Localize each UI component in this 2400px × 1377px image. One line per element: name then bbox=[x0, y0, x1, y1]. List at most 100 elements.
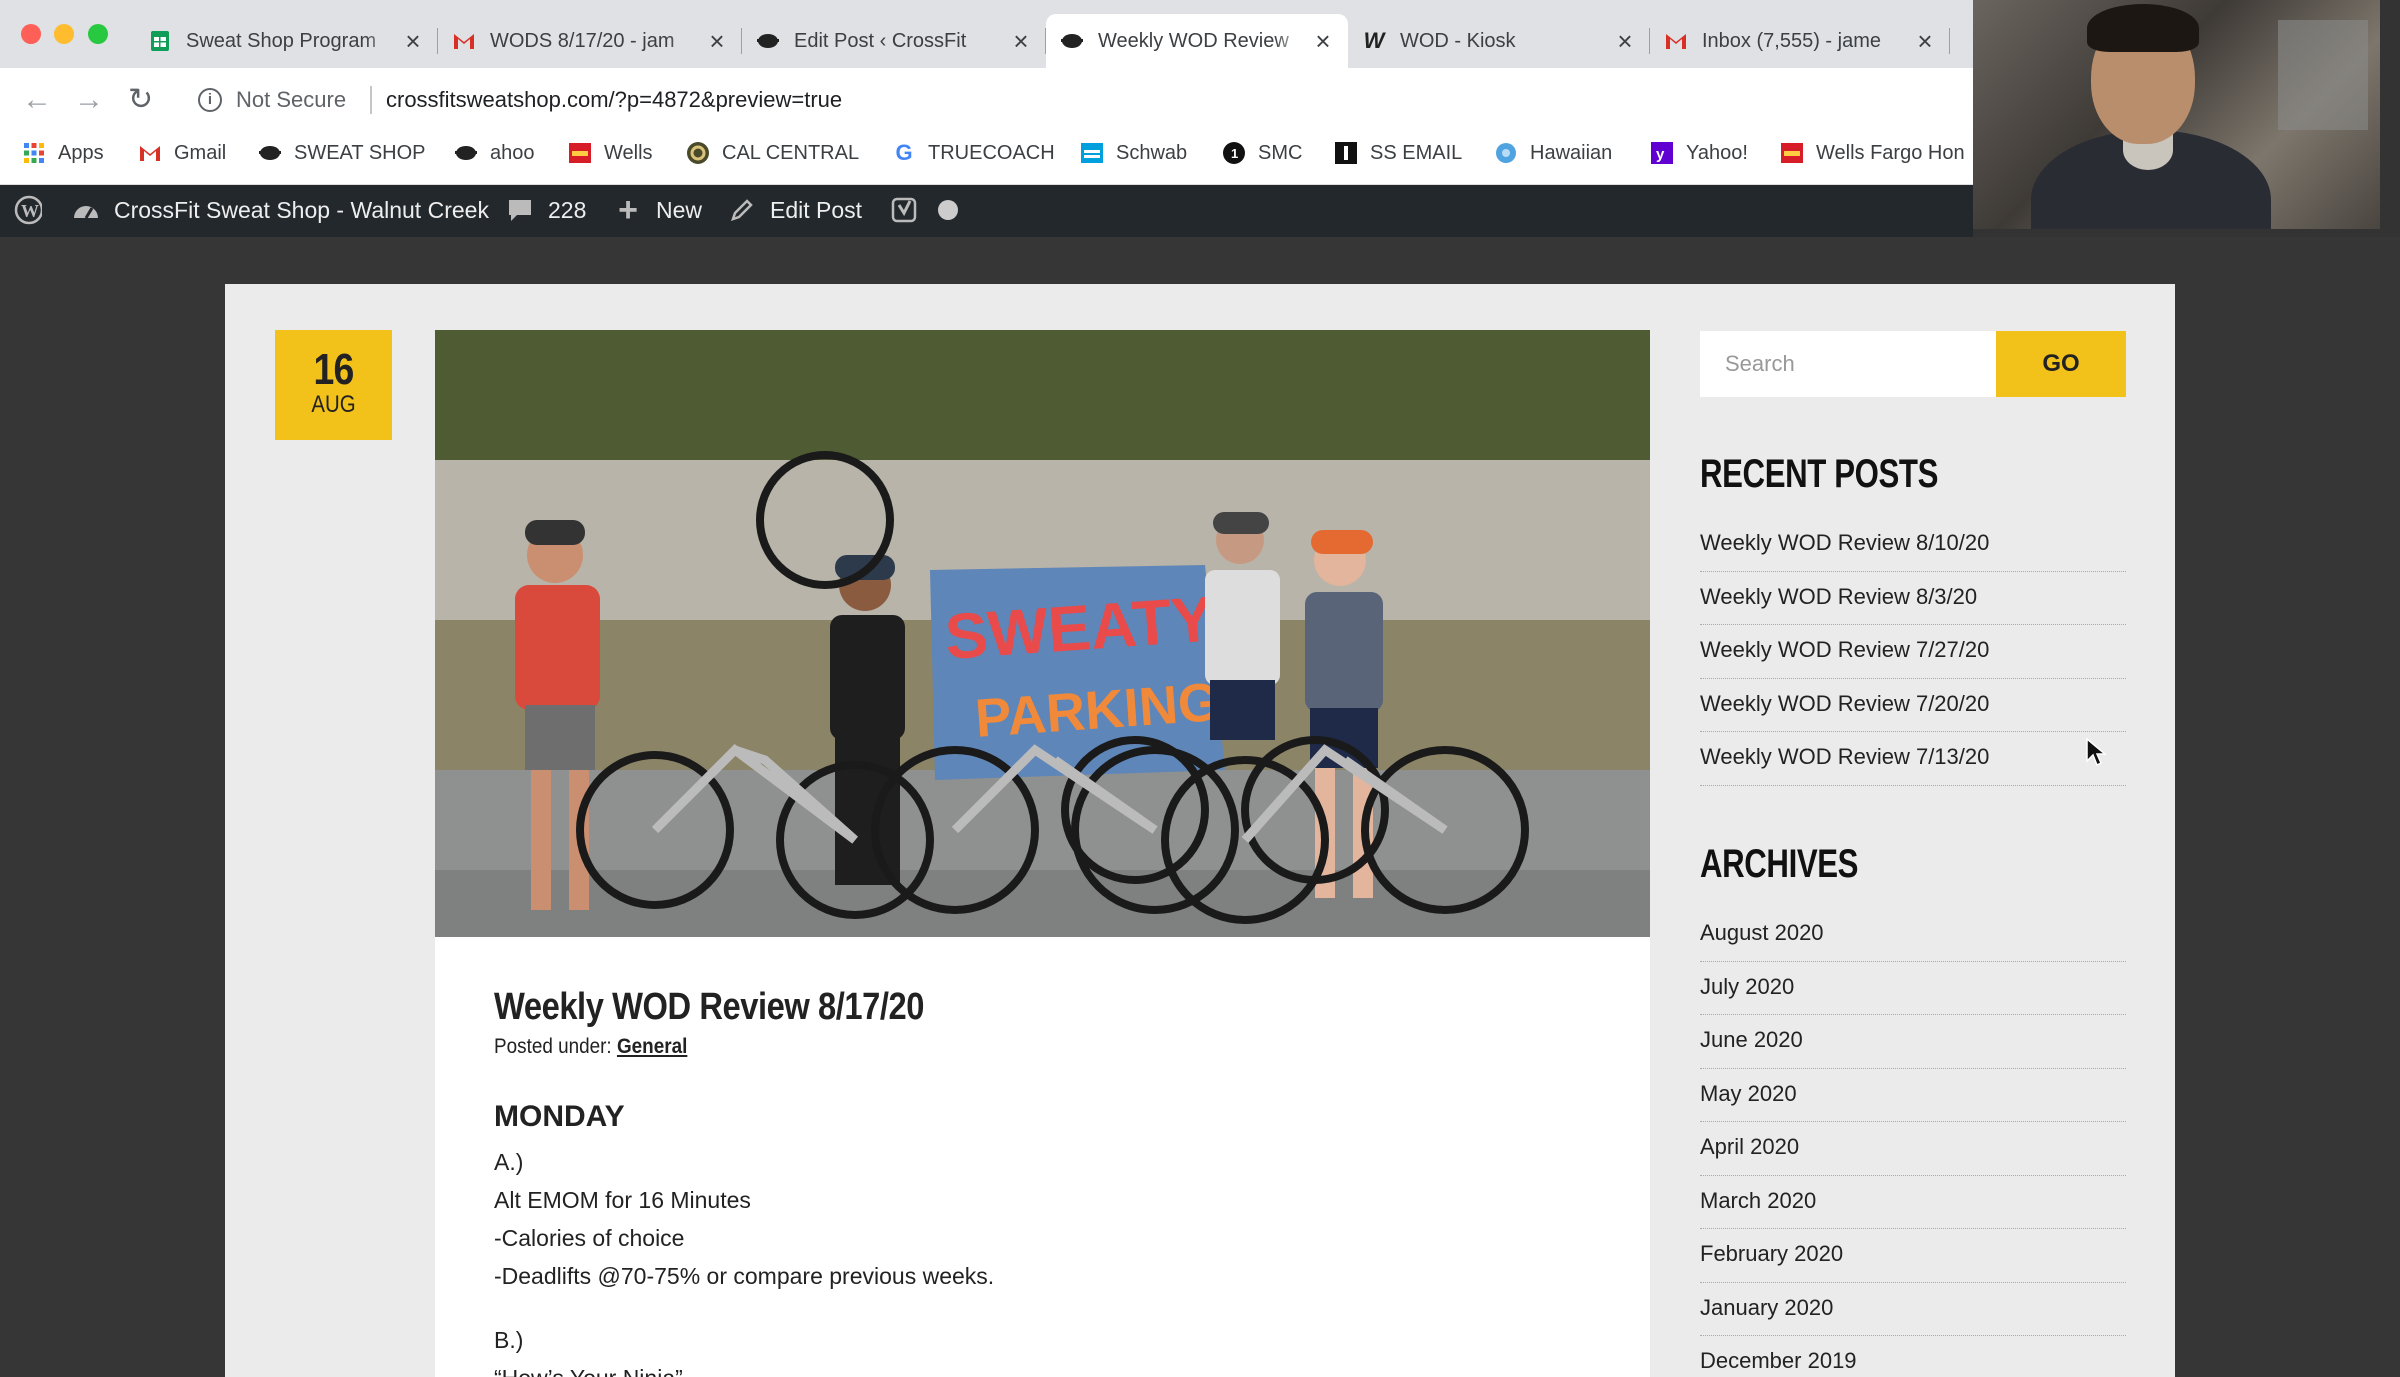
bookmark-schwab[interactable]: Schwab bbox=[1080, 141, 1187, 165]
dashboard-gauge-icon bbox=[72, 196, 100, 224]
date-day: 16 bbox=[313, 345, 355, 394]
browser-tab-active[interactable]: Weekly WOD Review × bbox=[1046, 14, 1348, 68]
smc-icon: 1 bbox=[1222, 141, 1246, 165]
recent-post-link[interactable]: Weekly WOD Review 8/3/20 bbox=[1700, 572, 2126, 625]
search-input[interactable] bbox=[1700, 331, 1996, 397]
close-tab-icon[interactable]: × bbox=[1010, 28, 1032, 54]
archive-link[interactable]: June 2020 bbox=[1700, 1015, 2126, 1069]
bookmark-wells[interactable]: Wells bbox=[568, 141, 653, 165]
tab-title: WODS 8/17/20 - jam bbox=[490, 29, 675, 52]
apps-grid-icon bbox=[22, 141, 46, 165]
wordpress-admin-bar: W CrossFit Sweat Shop - Walnut Creek 228… bbox=[0, 185, 1973, 237]
bookmark-hawaiian[interactable]: Hawaiian bbox=[1494, 141, 1612, 165]
bookmark-label: SS EMAIL bbox=[1370, 141, 1463, 164]
archive-link[interactable]: March 2020 bbox=[1700, 1176, 2126, 1229]
featured-photo: SWEATY PARKING bbox=[435, 330, 1650, 937]
tab-title: WOD - Kiosk bbox=[1400, 29, 1516, 52]
browser-tab-bar: Sweat Shop Program × WODS 8/17/20 - jam … bbox=[0, 0, 1973, 68]
archive-link[interactable]: February 2020 bbox=[1700, 1229, 2126, 1283]
minimize-window-button[interactable] bbox=[54, 24, 74, 44]
edit-post-button[interactable]: Edit Post bbox=[728, 196, 862, 224]
browser-tab[interactable]: Sweat Shop Program × bbox=[134, 14, 438, 68]
site-name-label: CrossFit Sweat Shop - Walnut Creek bbox=[114, 196, 489, 223]
yoast-seo-button[interactable] bbox=[890, 196, 932, 224]
ss-email-icon bbox=[1334, 141, 1358, 165]
date-month: AUG bbox=[311, 391, 356, 418]
bookmark-smc[interactable]: 1 SMC bbox=[1222, 141, 1302, 165]
bookmark-truecoach[interactable]: G TRUECOACH bbox=[892, 140, 1055, 165]
workout-line: “How’s Your Ninja” bbox=[494, 1365, 683, 1377]
reload-icon[interactable]: ↻ bbox=[128, 84, 153, 116]
bookmark-gmail[interactable]: Gmail bbox=[138, 141, 226, 165]
recent-post-link[interactable]: Weekly WOD Review 7/20/20 bbox=[1700, 679, 2126, 732]
comments-link[interactable]: 228 bbox=[506, 196, 586, 224]
webcam-video-overlay bbox=[1973, 0, 2380, 229]
sweat-shop-icon bbox=[756, 29, 780, 53]
bookmark-wells-fargo-home[interactable]: Wells Fargo Hon bbox=[1780, 141, 1965, 165]
bookmark-label: SWEAT SHOP bbox=[294, 141, 426, 164]
new-content-button[interactable]: + New bbox=[614, 191, 703, 229]
archive-link[interactable]: January 2020 bbox=[1700, 1283, 2126, 1336]
bookmark-yahoo[interactable]: y Yahoo! bbox=[1650, 141, 1748, 165]
status-dot-icon bbox=[934, 196, 962, 224]
bookmark-label: Wells bbox=[604, 141, 653, 164]
wodify-icon: W bbox=[1363, 28, 1385, 53]
close-tab-icon[interactable]: × bbox=[1312, 28, 1334, 54]
close-tab-icon[interactable]: × bbox=[706, 28, 728, 54]
yoast-icon bbox=[890, 196, 918, 224]
workout-line: -Deadlifts @70-75% or compare previous w… bbox=[494, 1263, 995, 1289]
info-icon[interactable]: i bbox=[198, 88, 222, 112]
address-bar[interactable]: crossfitsweatshop.com/?p=4872&preview=tr… bbox=[386, 87, 842, 113]
maximize-window-button[interactable] bbox=[88, 24, 108, 44]
svg-text:W: W bbox=[21, 201, 39, 221]
archive-link[interactable]: May 2020 bbox=[1700, 1069, 2126, 1122]
category-link[interactable]: General bbox=[617, 1035, 687, 1058]
tab-title: Edit Post ‹ CrossFit bbox=[794, 29, 967, 52]
bookmark-ahoo[interactable]: ahoo bbox=[454, 141, 535, 165]
recent-post-link[interactable]: Weekly WOD Review 7/13/20 bbox=[1700, 732, 2126, 786]
archive-link[interactable]: December 2019 bbox=[1700, 1336, 2126, 1377]
workout-line: Alt EMOM for 16 Minutes bbox=[494, 1187, 751, 1213]
pencil-icon bbox=[728, 196, 756, 224]
recent-post-link[interactable]: Weekly WOD Review 8/10/20 bbox=[1700, 518, 2126, 572]
featured-image[interactable]: SWEATY PARKING bbox=[435, 330, 1650, 937]
close-tab-icon[interactable]: × bbox=[402, 28, 424, 54]
browser-tab[interactable]: Inbox (7,555) - jame × bbox=[1650, 14, 1950, 68]
close-window-button[interactable] bbox=[21, 24, 41, 44]
wells-fargo-icon bbox=[1780, 141, 1804, 165]
browser-tab[interactable]: W WOD - Kiosk × bbox=[1348, 14, 1650, 68]
tab-title: Weekly WOD Review bbox=[1098, 29, 1289, 52]
gmail-icon bbox=[138, 141, 162, 165]
security-label[interactable]: Not Secure bbox=[236, 87, 346, 113]
bookmark-ss-email[interactable]: SS EMAIL bbox=[1334, 141, 1462, 165]
bookmark-sweat-shop[interactable]: SWEAT SHOP bbox=[258, 141, 426, 165]
bookmark-label: Yahoo! bbox=[1686, 141, 1748, 164]
archive-link[interactable]: August 2020 bbox=[1700, 908, 2126, 962]
recent-posts-heading: RECENT POSTS bbox=[1700, 452, 1939, 496]
bookmark-label: TRUECOACH bbox=[928, 141, 1055, 164]
archive-link[interactable]: April 2020 bbox=[1700, 1122, 2126, 1176]
close-tab-icon[interactable]: × bbox=[1614, 28, 1636, 54]
yahoo-icon: y bbox=[1650, 141, 1674, 165]
close-tab-icon[interactable]: × bbox=[1914, 28, 1936, 54]
recent-post-link[interactable]: Weekly WOD Review 7/27/20 bbox=[1700, 625, 2126, 679]
hawaiian-icon bbox=[1494, 141, 1518, 165]
bookmark-label: ahoo bbox=[490, 141, 535, 164]
new-label: New bbox=[656, 196, 703, 223]
svg-text:1: 1 bbox=[1231, 146, 1238, 161]
wordpress-logo-button[interactable]: W bbox=[14, 195, 56, 225]
search-go-button[interactable]: GO bbox=[1996, 331, 2126, 397]
url-divider bbox=[370, 86, 372, 114]
bookmark-apps[interactable]: Apps bbox=[22, 141, 104, 165]
gmail-icon bbox=[452, 29, 476, 53]
gmail-icon bbox=[1664, 29, 1688, 53]
seo-score-indicator[interactable] bbox=[934, 196, 976, 224]
comments-count: 228 bbox=[548, 196, 587, 223]
forward-arrow-icon[interactable]: → bbox=[74, 84, 104, 116]
browser-tab[interactable]: Edit Post ‹ CrossFit × bbox=[742, 14, 1046, 68]
back-arrow-icon[interactable]: ← bbox=[22, 84, 52, 116]
site-name-link[interactable]: CrossFit Sweat Shop - Walnut Creek bbox=[72, 196, 489, 224]
archive-link[interactable]: July 2020 bbox=[1700, 962, 2126, 1015]
bookmark-cal-central[interactable]: CAL CENTRAL bbox=[686, 141, 859, 165]
browser-tab[interactable]: WODS 8/17/20 - jam × bbox=[438, 14, 742, 68]
